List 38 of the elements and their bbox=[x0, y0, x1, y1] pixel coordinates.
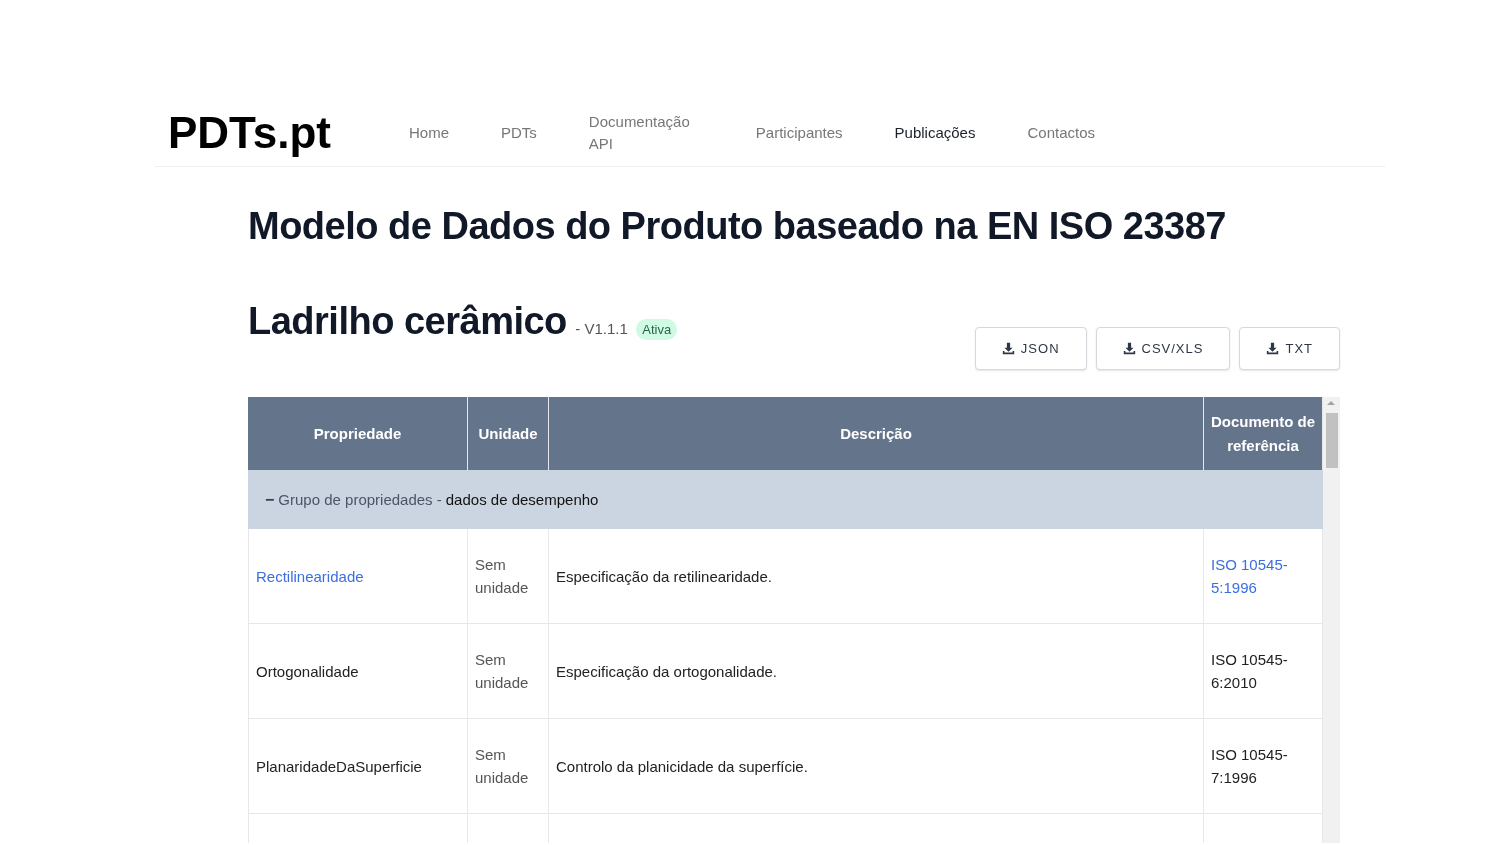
nav-link[interactable]: Publicações bbox=[868, 122, 1002, 144]
property-text: Ortogonalidade bbox=[256, 661, 359, 682]
column-header: Documento de referência bbox=[1204, 397, 1323, 470]
version-text: - V1.1.1 bbox=[575, 320, 628, 337]
description-text: Especificação da ortogonalidade. bbox=[556, 661, 777, 682]
page-title: Modelo de Dados do Produto baseado na EN ISO 23387 bbox=[248, 205, 1227, 248]
reference-text: ISO 10545-7:1996 bbox=[1211, 745, 1289, 788]
nav-link[interactable]: Participantes bbox=[729, 122, 869, 144]
nav-link[interactable]: PDTs bbox=[475, 122, 563, 144]
download-button[interactable]: JSON bbox=[974, 327, 1087, 370]
nav-link[interactable]: Contactos bbox=[1001, 122, 1121, 144]
description-text: Especificação da retilinearidade. bbox=[556, 566, 772, 587]
column-header: Propriedade bbox=[248, 397, 468, 470]
status-badge: Ativa bbox=[636, 319, 678, 340]
group-name: dados de desempenho bbox=[445, 491, 599, 508]
unit-text: Sem unidade bbox=[475, 745, 530, 788]
site-logo[interactable]: PDTs.pt bbox=[155, 108, 383, 158]
reference-text: ISO 10545-6:2010 bbox=[1211, 650, 1289, 693]
nav-link[interactable]: Home bbox=[383, 122, 475, 144]
description-text: Controlo da planicidade da superfície. bbox=[556, 756, 808, 777]
property-link[interactable]: Rectilinearidade bbox=[256, 564, 364, 588]
column-header: Unidade bbox=[468, 397, 549, 470]
download-button[interactable]: TXT bbox=[1239, 327, 1340, 370]
scrollbar[interactable] bbox=[1323, 397, 1340, 843]
template-title: Ladrilho cerâmico bbox=[248, 300, 567, 342]
download-icon bbox=[1266, 342, 1280, 355]
download-icon bbox=[1122, 342, 1136, 355]
download-button[interactable]: CSV/XLS bbox=[1095, 327, 1231, 370]
nav-link[interactable]: Documentação API bbox=[562, 111, 730, 155]
unit-text: Sem unidade bbox=[475, 555, 530, 598]
collapse-toggle[interactable]: − bbox=[265, 490, 275, 509]
unit-text: Sem unidade bbox=[475, 650, 530, 693]
group-label: Grupo de propriedades - bbox=[278, 491, 442, 508]
column-header: Descrição bbox=[549, 397, 1204, 470]
reference-link[interactable]: ISO 10545-5:1996 bbox=[1211, 553, 1315, 599]
group-row[interactable]: − Grupo de propriedades - dados de desempenho bbox=[248, 470, 1323, 529]
download-icon bbox=[1001, 342, 1015, 355]
property-text: PlanaridadeDaSuperficie bbox=[256, 756, 422, 777]
